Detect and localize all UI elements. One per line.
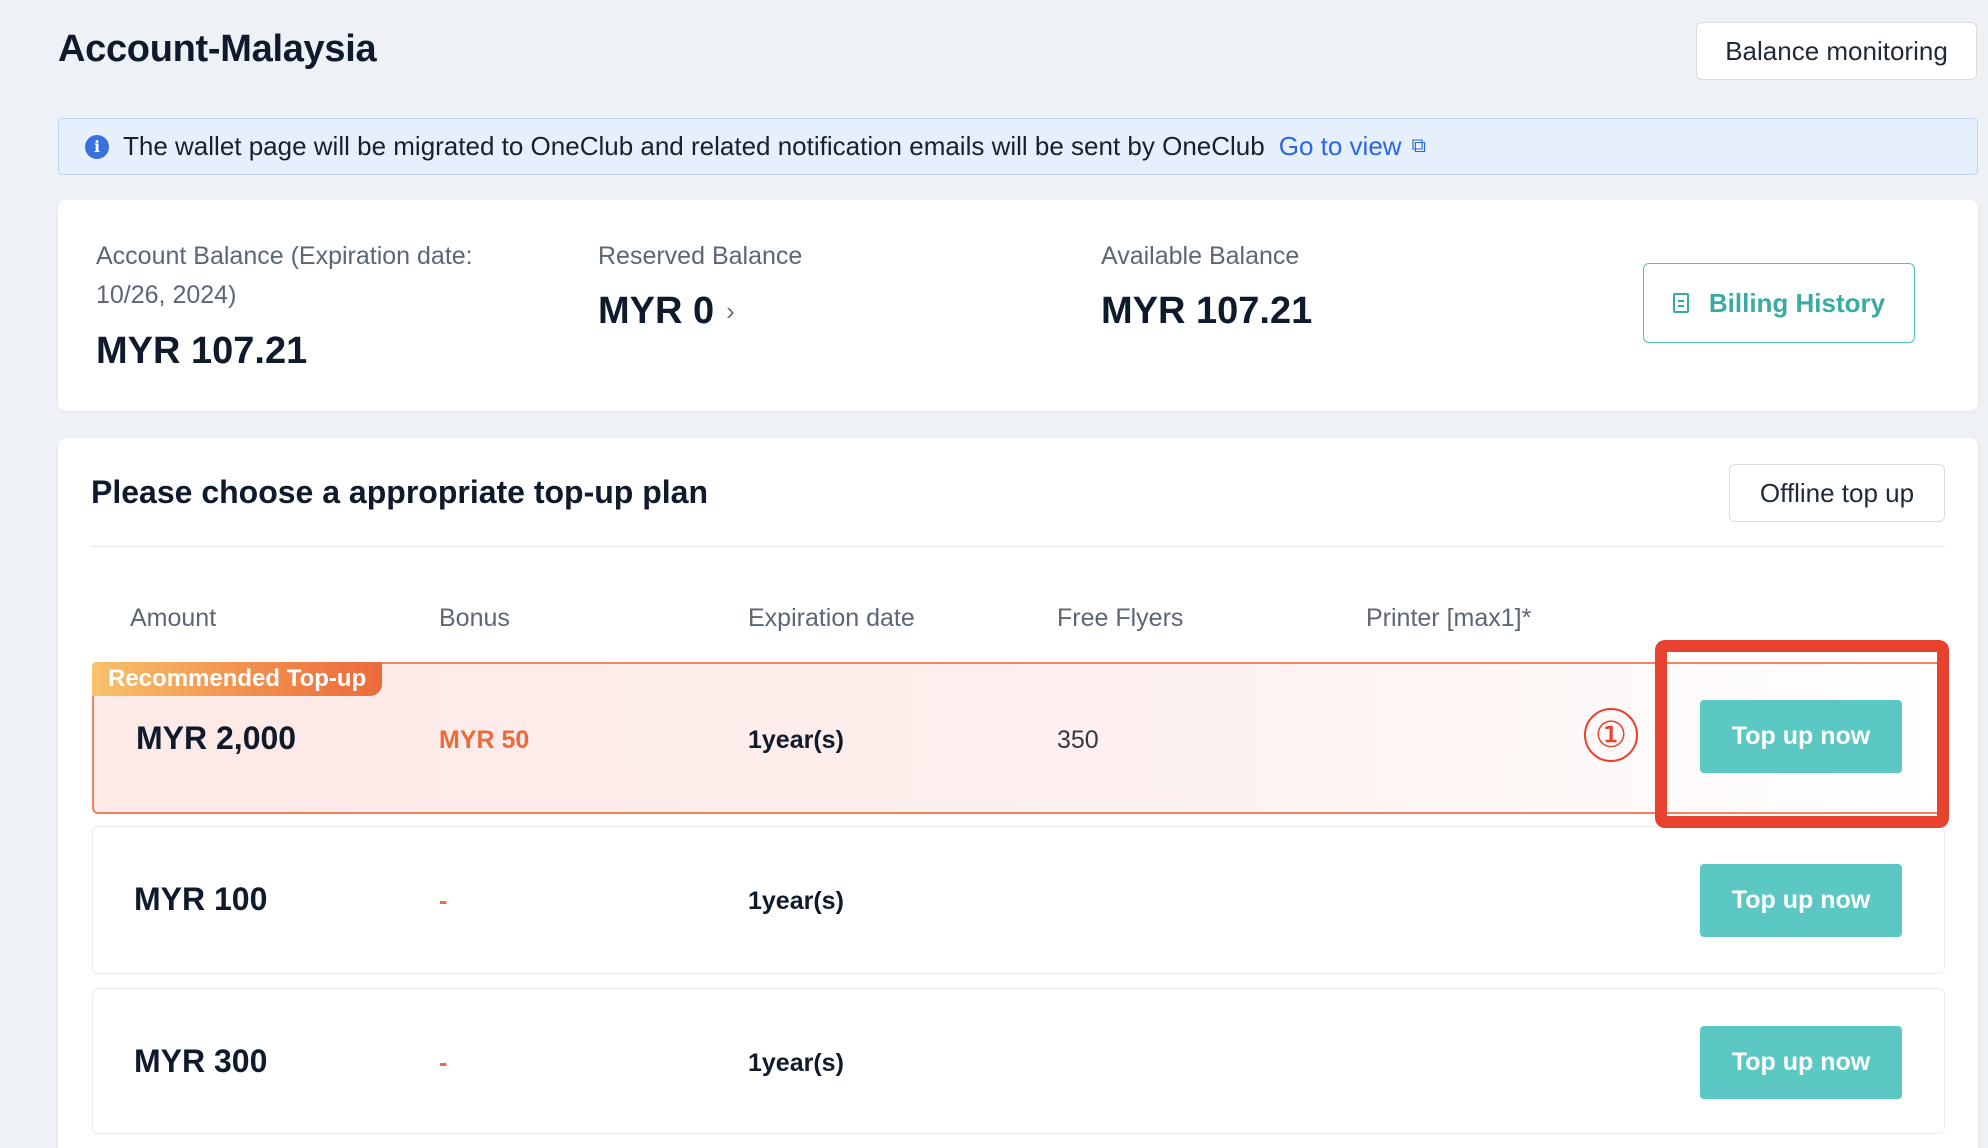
plan-bonus: MYR 50 [439,726,530,754]
reserved-balance-link[interactable]: MYR 0 › [598,290,735,333]
receipt-icon [1672,293,1689,313]
top-up-now-button[interactable]: Top up now [1700,864,1902,937]
account-balance-value: MYR 107.21 [96,330,308,372]
reserved-balance-value: MYR 0 [598,290,715,332]
step-number-annotation: ① [1584,708,1638,762]
chevron-right-icon: › [726,296,735,326]
plan-expiration: 1year(s) [748,1049,844,1077]
plan-row: MYR 100 - 1year(s) Top up now [92,826,1945,974]
account-balance-label: Account Balance (Expiration date: 10/26,… [96,242,473,309]
plan-bonus: - [439,1049,448,1077]
plan-amount: MYR 300 [134,1043,268,1079]
plan-expiration: 1year(s) [748,887,844,915]
offline-top-up-button[interactable]: Offline top up [1729,464,1945,522]
plan-amount: MYR 100 [134,881,268,917]
billing-history-label: Billing History [1708,287,1886,318]
available-balance-value: MYR 107.21 [1101,290,1313,332]
column-header-expiration: Expiration date [748,604,915,632]
balance-card: Account Balance (Expiration date: 10/26,… [58,200,1978,411]
reserved-balance-label: Reserved Balance [598,242,803,270]
page-title: Account-Malaysia [58,28,377,70]
plan-section-title: Please choose a appropriate top-up plan [91,474,709,510]
info-icon: i [85,134,109,159]
balance-monitoring-button[interactable]: Balance monitoring [1696,22,1977,80]
plan-expiration: 1year(s) [748,726,844,754]
external-link-icon: ⧉ [1411,135,1426,157]
billing-history-button[interactable]: Billing History [1643,263,1915,343]
column-header-bonus: Bonus [439,604,510,632]
go-to-view-label: Go to view [1278,131,1402,161]
plan-amount: MYR 2,000 [136,720,297,756]
available-balance-label: Available Balance [1101,242,1300,270]
top-up-now-button[interactable]: Top up now [1700,1026,1902,1099]
migration-notice-banner: i The wallet page will be migrated to On… [58,118,1978,175]
plan-bonus: - [439,887,448,915]
column-header-amount: Amount [130,604,217,632]
column-header-printer: Printer [max1]* [1366,604,1532,632]
plan-row: MYR 300 - 1year(s) Top up now [92,988,1945,1134]
plan-free-flyers: 350 [1057,726,1099,754]
go-to-view-link[interactable]: Go to view ⧉ [1279,131,1426,162]
notice-text: The wallet page will be migrated to OneC… [123,131,1265,161]
recommended-badge: Recommended Top-up [92,662,383,696]
section-divider [91,546,1945,547]
column-header-free-flyers: Free Flyers [1057,604,1184,632]
highlight-box-annotation [1655,640,1949,828]
